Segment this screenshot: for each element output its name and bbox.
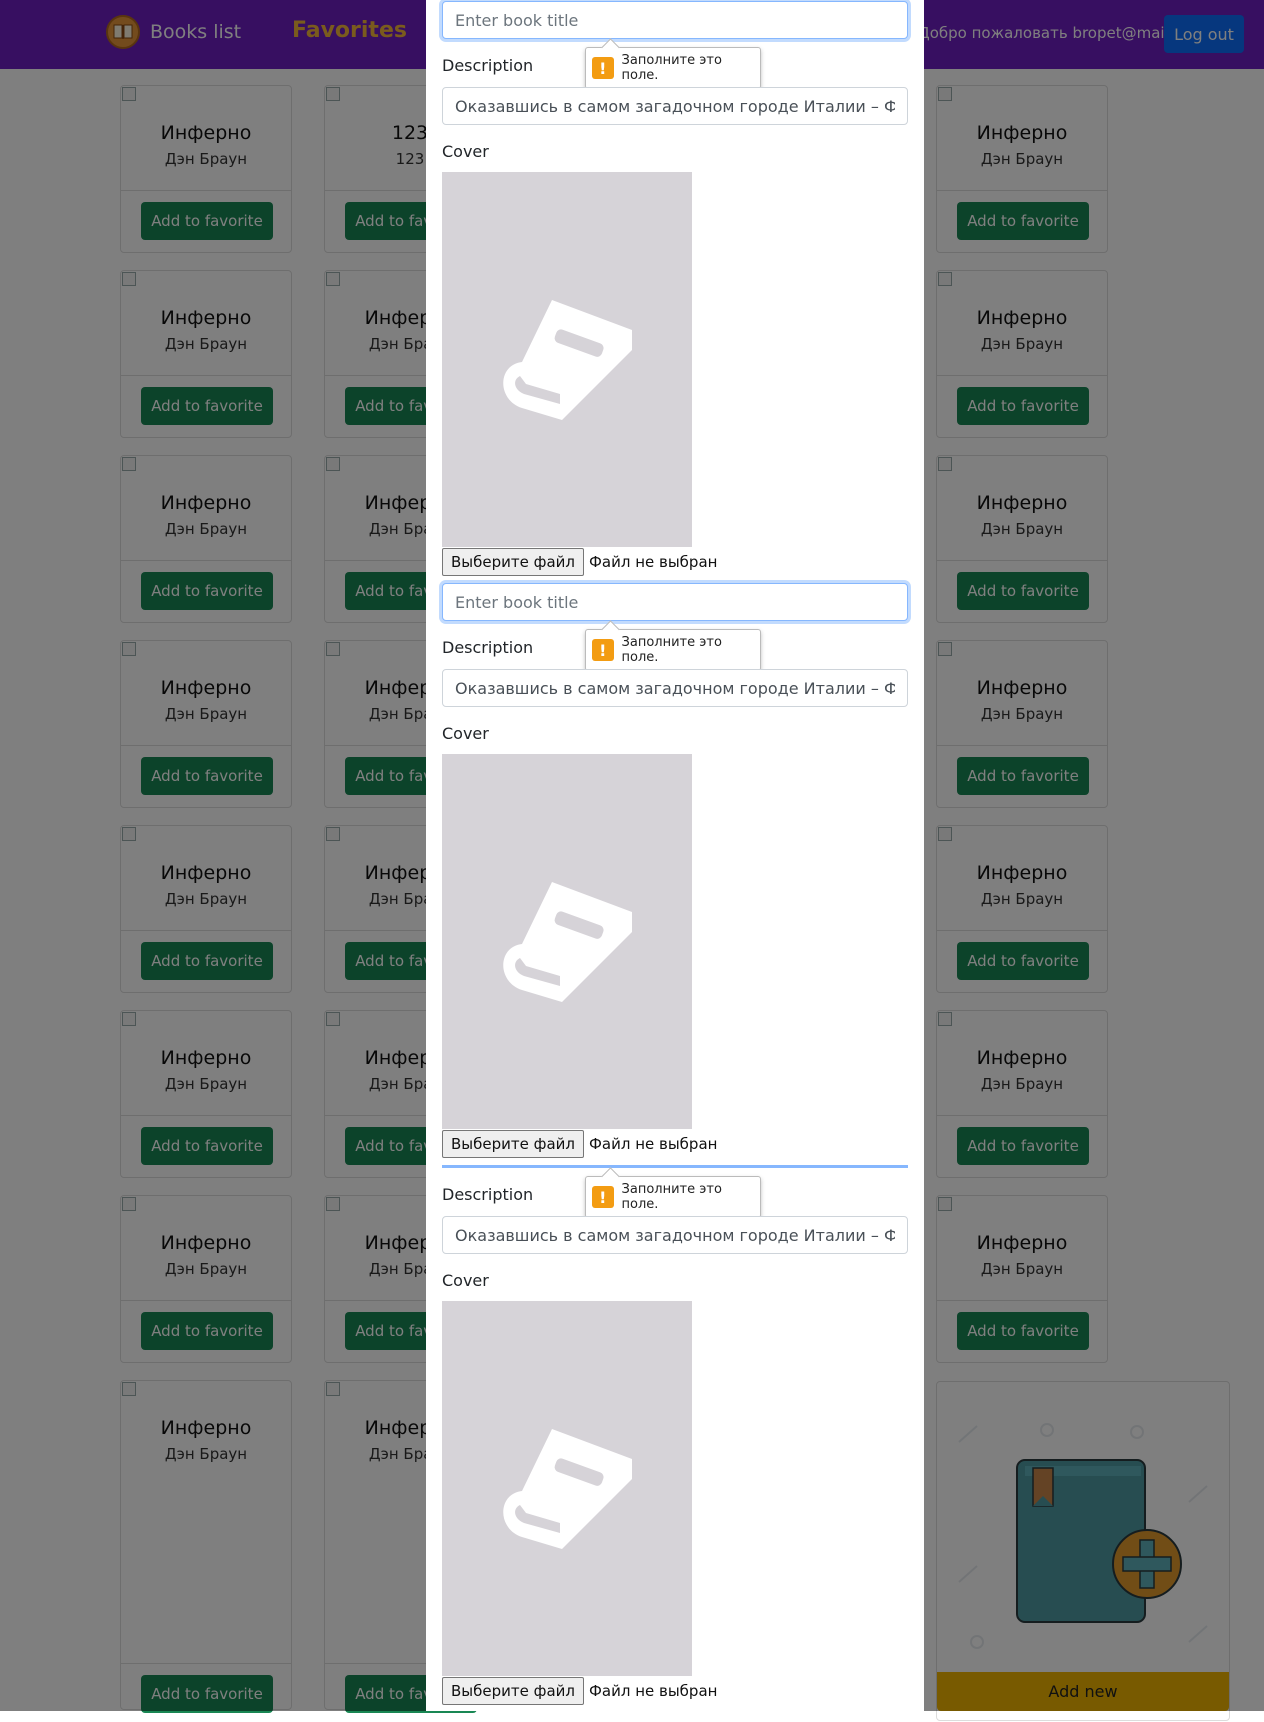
cover-label: Cover [442, 142, 489, 161]
choose-file-button[interactable]: Выберите файл [442, 548, 584, 576]
file-picker: Выберите файл Файл не выбран [442, 1677, 717, 1705]
file-status: Файл не выбран [588, 1135, 718, 1153]
file-status: Файл не выбран [588, 553, 718, 571]
description-label: Description [442, 1185, 534, 1204]
cover-label: Cover [442, 1271, 489, 1290]
book-icon [503, 881, 632, 1002]
file-picker: Выберите файл Файл не выбран [442, 548, 717, 576]
book-title-input[interactable] [442, 1, 908, 39]
tooltip-text: Заполните это поле. [621, 635, 722, 665]
description-input[interactable] [442, 87, 908, 125]
cover-label: Cover [442, 724, 489, 743]
description-label: Description [442, 56, 534, 75]
warning-icon: ! [592, 57, 614, 79]
choose-file-button[interactable]: Выберите файл [442, 1677, 584, 1705]
book-icon [503, 299, 632, 420]
description-label: Description [442, 638, 534, 657]
description-input[interactable] [442, 669, 908, 707]
warning-icon: ! [592, 1186, 614, 1208]
book-title-input-edge[interactable] [442, 1165, 908, 1168]
description-input[interactable] [442, 1216, 908, 1254]
book-icon [503, 1428, 632, 1549]
add-book-modal: ! Заполните это поле. Description Cover … [426, 0, 924, 1711]
choose-file-button[interactable]: Выберите файл [442, 1130, 584, 1158]
file-picker: Выберите файл Файл не выбран [442, 1130, 717, 1158]
cover-preview [442, 754, 692, 1129]
validation-tooltip: ! Заполните это поле. [585, 1176, 761, 1218]
tooltip-text: Заполните это поле. [621, 53, 722, 83]
file-status: Файл не выбран [588, 1682, 718, 1700]
cover-preview [442, 1301, 692, 1676]
validation-tooltip: ! Заполните это поле. [585, 629, 761, 671]
warning-icon: ! [592, 639, 614, 661]
tooltip-text: Заполните это поле. [621, 1182, 722, 1212]
cover-preview [442, 172, 692, 547]
book-title-input[interactable] [442, 583, 908, 621]
validation-tooltip: ! Заполните это поле. [585, 47, 761, 89]
